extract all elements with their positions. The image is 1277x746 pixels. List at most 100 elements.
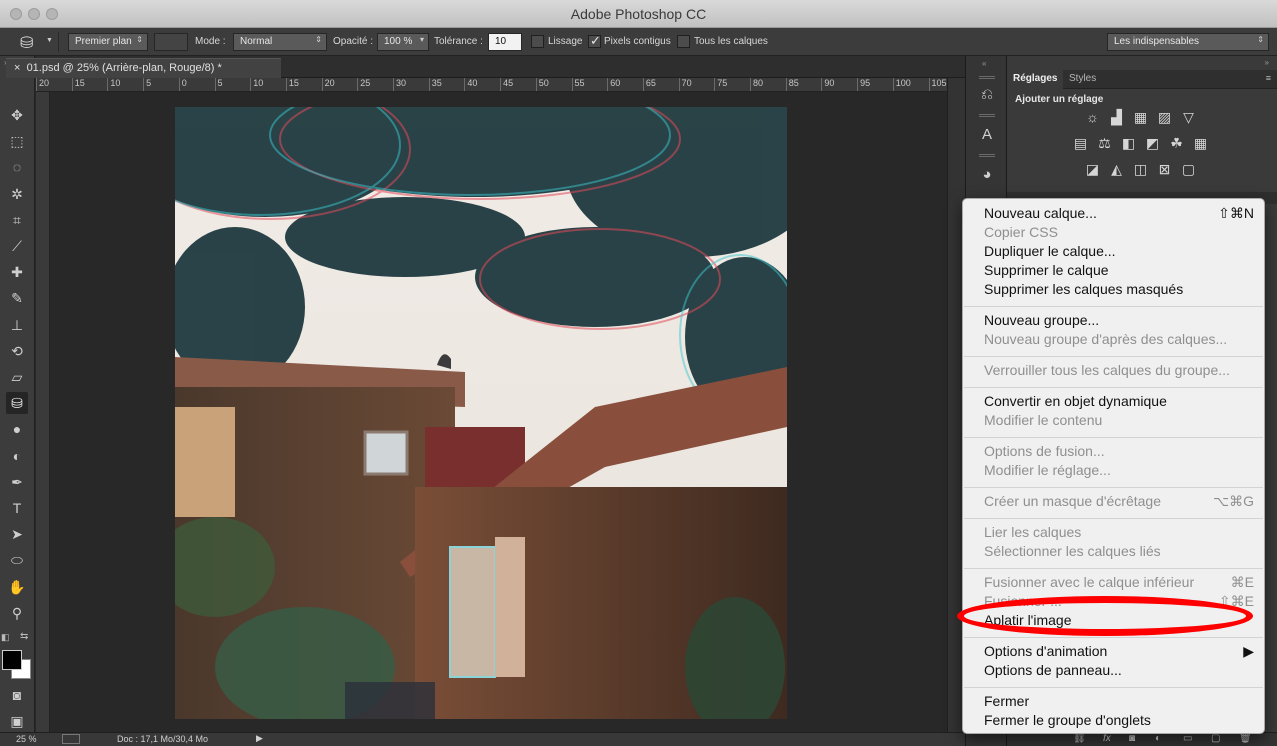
lasso-tool-icon[interactable]: ◌ (6, 156, 28, 178)
pen-tool-icon[interactable]: ✒ (6, 471, 28, 493)
menu-item-verrouiller-tous-les-calques-du-groupe[interactable]: Verrouiller tous les calques du groupe..… (984, 362, 1254, 381)
magic-wand-tool-icon[interactable]: ✲ (6, 183, 28, 205)
dock-grip[interactable] (979, 76, 995, 79)
swatches-panel-icon[interactable]: ◕ (974, 162, 1000, 188)
antialias-checkbox[interactable] (531, 35, 544, 48)
hand-tool-icon[interactable]: ✋ (6, 576, 28, 598)
menu-item-convertir-en-objet-dynamique[interactable]: Convertir en objet dynamique (984, 393, 1254, 412)
opacity-field[interactable]: 100 % ▾ (377, 33, 429, 51)
type-tool-icon[interactable]: T (6, 497, 28, 519)
healing-brush-tool-icon[interactable]: ✚ (6, 261, 28, 283)
menu-item-nouveau-calque[interactable]: Nouveau calque... ⇧⌘N (984, 205, 1254, 224)
workspace-select[interactable]: Les indispensables ⇕ (1107, 33, 1269, 51)
adjustment-icon[interactable]: ◭ (1107, 160, 1126, 179)
menu-item-copier-css[interactable]: Copier CSS (984, 224, 1254, 243)
quick-mask-icon[interactable]: ◙ (6, 684, 28, 706)
marquee-tool-icon[interactable]: ⬚ (6, 130, 28, 152)
link-layers-icon[interactable]: ⛓ (1073, 733, 1086, 744)
menu-item-lier-les-calques[interactable]: Lier les calques (984, 524, 1254, 543)
pattern-picker[interactable] (154, 33, 188, 51)
document-image[interactable] (175, 107, 787, 719)
menu-item-modifier-le-reglage[interactable]: Modifier le réglage... (984, 462, 1254, 481)
history-panel-icon[interactable]: ⎌ (974, 82, 1000, 108)
menu-item-options-de-panneau[interactable]: Options de panneau... (984, 662, 1254, 681)
swap-colors-icon[interactable]: ⇆ (20, 631, 28, 642)
adjustment-icon[interactable]: ▟ (1107, 108, 1126, 127)
menu-item-options-d-animation[interactable]: Options d'animation ▶ (984, 643, 1254, 662)
trash-icon[interactable]: 🗑 (1239, 733, 1252, 744)
menu-item-modifier-le-contenu[interactable]: Modifier le contenu (984, 412, 1254, 431)
fill-source-select[interactable]: Premier plan ⇕ (68, 33, 148, 51)
menu-item-nouveau-groupe-d-apres-des-calques[interactable]: Nouveau groupe d'après des calques... (984, 331, 1254, 350)
tab-adjustments[interactable]: Réglages (1007, 70, 1064, 89)
menu-item-fermer-le-groupe-d-onglets[interactable]: Fermer le groupe d'onglets (984, 712, 1254, 731)
adjustment-icon[interactable]: ▢ (1179, 160, 1198, 179)
adjustment-icon[interactable]: ☼ (1083, 108, 1102, 127)
adjustment-icon[interactable]: ▨ (1155, 108, 1174, 127)
default-colors-icon[interactable]: ◧ (1, 632, 10, 643)
menu-item-selectionner-les-calques-lies[interactable]: Sélectionner les calques liés (984, 543, 1254, 562)
status-menu-arrow-icon[interactable]: ▶ (256, 733, 263, 744)
brush-tool-icon[interactable]: ✎ (6, 287, 28, 309)
menu-item-supprimer-le-calque[interactable]: Supprimer le calque (984, 262, 1254, 281)
contiguous-checkbox[interactable] (588, 33, 601, 49)
zoom-tool-icon[interactable]: ⚲ (6, 602, 28, 624)
share-icon[interactable] (62, 734, 80, 744)
dock-grip[interactable] (979, 114, 995, 117)
menu-item-supprimer-les-calques-masques[interactable]: Supprimer les calques masqués (984, 281, 1254, 300)
dropdown-arrow-icon[interactable]: ▾ (420, 35, 424, 44)
foreground-color-swatch[interactable] (2, 650, 22, 670)
adjustment-layer-icon[interactable]: ◐ (1155, 733, 1161, 744)
new-layer-icon[interactable]: ▢ (1211, 733, 1220, 744)
menu-item-fusionner-avec-le-calque-inferieur[interactable]: Fusionner avec le calque inférieur ⌘E (984, 574, 1254, 593)
path-selection-tool-icon[interactable]: ➤ (6, 523, 28, 545)
menu-item-fermer[interactable]: Fermer (984, 693, 1254, 712)
adjustment-icon[interactable]: ◪ (1083, 160, 1102, 179)
ellipse-tool-icon[interactable]: ⬭ (6, 549, 28, 571)
menu-item-aplatir-l-image[interactable]: Aplatir l'image (984, 612, 1254, 631)
fx-icon[interactable]: fx (1103, 733, 1111, 744)
blur-tool-icon[interactable]: ● (6, 418, 28, 440)
eraser-tool-icon[interactable]: ▱ (6, 366, 28, 388)
adjustment-icon[interactable]: ☘ (1167, 134, 1186, 153)
adjustment-icon[interactable]: ▤ (1071, 134, 1090, 153)
mask-icon[interactable]: ◙ (1129, 733, 1135, 744)
collapse-dock-icon[interactable]: « (982, 59, 986, 68)
menu-item-dupliquer-le-calque[interactable]: Dupliquer le calque... (984, 243, 1254, 262)
tolerance-field[interactable]: 10 (488, 33, 522, 51)
zoom-readout[interactable]: 25 % (16, 734, 37, 744)
dock-grip[interactable] (979, 154, 995, 157)
history-brush-tool-icon[interactable]: ⟲ (6, 340, 28, 362)
screen-mode-icon[interactable]: ▣ (6, 710, 28, 732)
dodge-tool-icon[interactable]: ◐ (6, 445, 28, 467)
adjustment-icon[interactable]: ▦ (1191, 134, 1210, 153)
adjustment-icon[interactable]: ◩ (1143, 134, 1162, 153)
menu-item-fusionner[interactable]: Fusionner ... ⇧⌘E (984, 593, 1254, 612)
eyedropper-tool-icon[interactable]: ⟋ (6, 235, 28, 257)
document-tab[interactable]: × 01.psd @ 25% (Arrière-plan, Rouge/8) * (6, 58, 281, 78)
paint-bucket-icon[interactable]: ⛁ (20, 33, 33, 53)
panel-menu-icon[interactable]: ≡ (1266, 73, 1271, 83)
canvas-area[interactable] (50, 92, 947, 732)
crop-tool-icon[interactable]: ⌗ (6, 209, 28, 231)
menu-item-options-de-fusion[interactable]: Options de fusion... (984, 443, 1254, 462)
adjustment-icon[interactable]: ▦ (1131, 108, 1150, 127)
tab-close-icon[interactable]: × (14, 62, 20, 74)
move-tool-icon[interactable]: ✥ (6, 104, 28, 126)
menu-item-creer-un-masque-d-ecretage[interactable]: Créer un masque d'écrêtage ⌥⌘G (984, 493, 1254, 512)
collapse-panel-icon[interactable]: » (1265, 58, 1269, 67)
adjustment-icon[interactable]: ◫ (1131, 160, 1150, 179)
adjustment-icon[interactable]: ⚖ (1095, 134, 1114, 153)
clone-stamp-tool-icon[interactable]: ⊥ (6, 314, 28, 336)
adjustment-icon[interactable]: ▽ (1179, 108, 1198, 127)
all-layers-checkbox[interactable] (677, 35, 690, 48)
adjustment-icon[interactable]: ⊠ (1155, 160, 1174, 179)
adjustment-icon[interactable]: ◧ (1119, 134, 1138, 153)
character-panel-icon[interactable]: A (974, 122, 1000, 148)
tab-styles[interactable]: Styles (1063, 70, 1102, 89)
tool-preset-arrow-icon[interactable]: ▼ (46, 37, 53, 44)
new-group-icon[interactable]: ▭ (1183, 733, 1192, 744)
paint-bucket-tool-icon[interactable]: ⛁ (6, 392, 28, 415)
mode-select[interactable]: Normal ⇕ (233, 33, 327, 51)
menu-item-nouveau-groupe[interactable]: Nouveau groupe... (984, 312, 1254, 331)
